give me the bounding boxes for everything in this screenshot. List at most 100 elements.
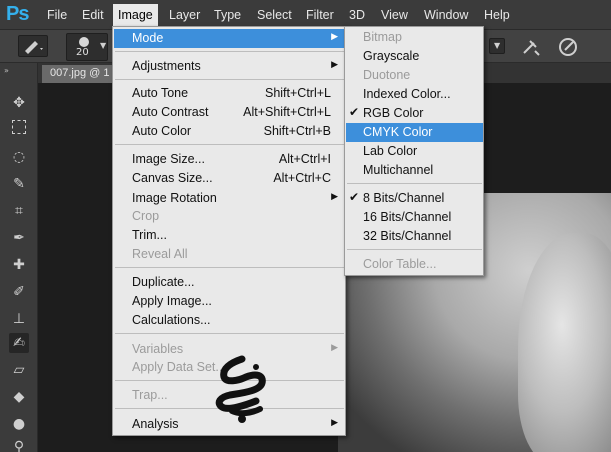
menu-item-adjustments[interactable]: Adjustments ▶ bbox=[114, 57, 345, 76]
menu-item-trim[interactable]: Trim... bbox=[114, 226, 345, 245]
menu-image[interactable]: Image bbox=[113, 4, 158, 27]
menu-item-image-size[interactable]: Image Size... Alt+Ctrl+I bbox=[114, 150, 345, 169]
menu-item-label: Indexed Color... bbox=[363, 87, 451, 101]
paint-bucket-tool-icon[interactable]: ◆ bbox=[9, 387, 29, 407]
menu-item-label: Canvas Size... bbox=[132, 171, 213, 185]
menu-item-label: Reveal All bbox=[132, 247, 188, 261]
collapse-icon[interactable]: » bbox=[4, 66, 9, 75]
menu-item-label: Auto Tone bbox=[132, 86, 189, 100]
menu-item-label: Bitmap bbox=[363, 30, 402, 44]
menu-item-label: Trap... bbox=[132, 388, 168, 402]
mode-item-indexed-color[interactable]: Indexed Color... bbox=[346, 85, 483, 104]
tool-preset-picker[interactable] bbox=[18, 35, 48, 57]
eraser-tool-icon[interactable]: ▱ bbox=[9, 360, 29, 380]
mode-item-color-table: Color Table... bbox=[346, 255, 483, 274]
menu-item-label: Analysis bbox=[132, 417, 179, 431]
brush-size-picker[interactable]: 20 ▼ bbox=[66, 33, 108, 61]
menu-item-label: Calculations... bbox=[132, 313, 211, 327]
menu-item-crop: Crop bbox=[114, 207, 345, 226]
menu-divider bbox=[115, 51, 344, 52]
menu-layer[interactable]: Layer bbox=[169, 8, 200, 22]
menu-item-label: Image Size... bbox=[132, 152, 205, 166]
submenu-arrow-icon: ▶ bbox=[331, 342, 338, 352]
checkmark-icon: ✔ bbox=[349, 105, 360, 119]
menu-item-shortcut: Alt+Ctrl+C bbox=[273, 171, 331, 185]
chevron-down-icon: ▼ bbox=[494, 41, 501, 50]
menu-type[interactable]: Type bbox=[214, 8, 241, 22]
clone-stamp-tool-icon[interactable]: ⊥ bbox=[9, 309, 29, 329]
tools-panel: » ✥ ◌ ✎ ⌗ ✒ ✚ ✐ ⊥ ✍ ▱ ◆ ● ⚲ bbox=[0, 63, 38, 452]
menu-item-label: Adjustments bbox=[132, 59, 201, 73]
menu-view[interactable]: View bbox=[381, 8, 408, 22]
menu-divider bbox=[115, 79, 344, 80]
mode-item-cmyk-color[interactable]: CMYK Color bbox=[346, 123, 483, 142]
photoshop-logo: Ps bbox=[6, 3, 29, 25]
dodge-tool-icon[interactable]: ⚲ bbox=[9, 437, 29, 452]
submenu-arrow-icon: ▶ bbox=[331, 31, 338, 41]
mode-item-rgb-color[interactable]: ✔ RGB Color bbox=[346, 104, 483, 123]
menu-item-label: Mode bbox=[132, 31, 164, 45]
menu-item-auto-contrast[interactable]: Auto Contrast Alt+Shift+Ctrl+L bbox=[114, 103, 345, 122]
eyedropper-tool-icon[interactable]: ✒ bbox=[9, 228, 29, 248]
menu-select[interactable]: Select bbox=[257, 8, 292, 22]
menu-item-shortcut: Alt+Shift+Ctrl+L bbox=[243, 105, 331, 119]
document-tab[interactable]: 007.jpg @ 1 bbox=[42, 65, 118, 83]
menu-item-image-rotation[interactable]: Image Rotation ▶ bbox=[114, 189, 345, 208]
menu-item-label: Crop bbox=[132, 209, 160, 223]
menu-item-label: Lab Color bbox=[363, 144, 418, 158]
history-brush-tool-icon[interactable]: ✍ bbox=[9, 333, 29, 353]
airbrush-icon[interactable] bbox=[520, 37, 542, 60]
quick-selection-tool-icon[interactable]: ✎ bbox=[9, 174, 29, 194]
submenu-arrow-icon: ▶ bbox=[331, 59, 338, 69]
mode-item-8-bits[interactable]: ✔ 8 Bits/Channel bbox=[346, 189, 483, 208]
menu-item-label: 8 Bits/Channel bbox=[363, 191, 445, 205]
menu-item-label: 16 Bits/Channel bbox=[363, 210, 452, 224]
move-tool-icon[interactable]: ✥ bbox=[9, 93, 29, 113]
mode-item-16-bits[interactable]: 16 Bits/Channel bbox=[346, 208, 483, 227]
menu-file[interactable]: File bbox=[47, 8, 67, 22]
menu-help[interactable]: Help bbox=[484, 8, 510, 22]
menu-edit[interactable]: Edit bbox=[82, 8, 104, 22]
dropdown-button[interactable]: ▼ bbox=[489, 38, 505, 54]
menu-item-canvas-size[interactable]: Canvas Size... Alt+Ctrl+C bbox=[114, 169, 345, 188]
menu-item-calculations[interactable]: Calculations... bbox=[114, 311, 345, 330]
menu-item-label: Image Rotation bbox=[132, 191, 217, 205]
menu-item-label: Color Table... bbox=[363, 257, 437, 271]
crop-tool-icon[interactable]: ⌗ bbox=[9, 201, 29, 221]
submenu-arrow-icon: ▶ bbox=[331, 191, 338, 201]
menu-item-label: Duplicate... bbox=[132, 275, 195, 289]
menu-filter[interactable]: Filter bbox=[306, 8, 334, 22]
pressure-size-icon[interactable] bbox=[557, 36, 579, 61]
mode-item-grayscale[interactable]: Grayscale bbox=[346, 47, 483, 66]
lasso-tool-icon[interactable]: ◌ bbox=[9, 147, 29, 167]
watermark-logo bbox=[215, 355, 266, 423]
menu-divider bbox=[115, 144, 344, 145]
menu-divider bbox=[115, 267, 344, 268]
submenu-arrow-icon: ▶ bbox=[331, 417, 338, 427]
menu-item-label: CMYK Color bbox=[363, 125, 433, 139]
blur-tool-icon[interactable]: ● bbox=[9, 414, 29, 434]
menu-item-label: Grayscale bbox=[363, 49, 420, 63]
menu-item-mode[interactable]: Mode ▶ bbox=[114, 29, 345, 48]
menu-item-auto-color[interactable]: Auto Color Shift+Ctrl+B bbox=[114, 122, 345, 141]
brush-tool-icon[interactable]: ✐ bbox=[9, 282, 29, 302]
menu-item-shortcut: Shift+Ctrl+B bbox=[263, 124, 331, 138]
mode-item-32-bits[interactable]: 32 Bits/Channel bbox=[346, 227, 483, 246]
mode-item-lab-color[interactable]: Lab Color bbox=[346, 142, 483, 161]
menu-item-label: RGB Color bbox=[363, 106, 424, 120]
menu-divider bbox=[347, 183, 482, 184]
healing-brush-tool-icon[interactable]: ✚ bbox=[9, 255, 29, 275]
menu-item-label: Auto Color bbox=[132, 124, 192, 138]
menu-item-label: Trim... bbox=[132, 228, 167, 242]
menu-item-auto-tone[interactable]: Auto Tone Shift+Ctrl+L bbox=[114, 84, 345, 103]
menu-item-label: Variables bbox=[132, 342, 184, 356]
menu-window[interactable]: Window bbox=[424, 8, 468, 22]
menu-item-shortcut: Shift+Ctrl+L bbox=[264, 86, 331, 100]
menu-item-label: Multichannel bbox=[363, 163, 434, 177]
mode-item-multichannel[interactable]: Multichannel bbox=[346, 161, 483, 180]
menu-item-duplicate[interactable]: Duplicate... bbox=[114, 273, 345, 292]
brush-size-value: 20 bbox=[76, 47, 89, 58]
menu-3d[interactable]: 3D bbox=[349, 8, 365, 22]
marquee-tool-icon[interactable] bbox=[12, 120, 26, 134]
menu-item-apply-image[interactable]: Apply Image... bbox=[114, 292, 345, 311]
